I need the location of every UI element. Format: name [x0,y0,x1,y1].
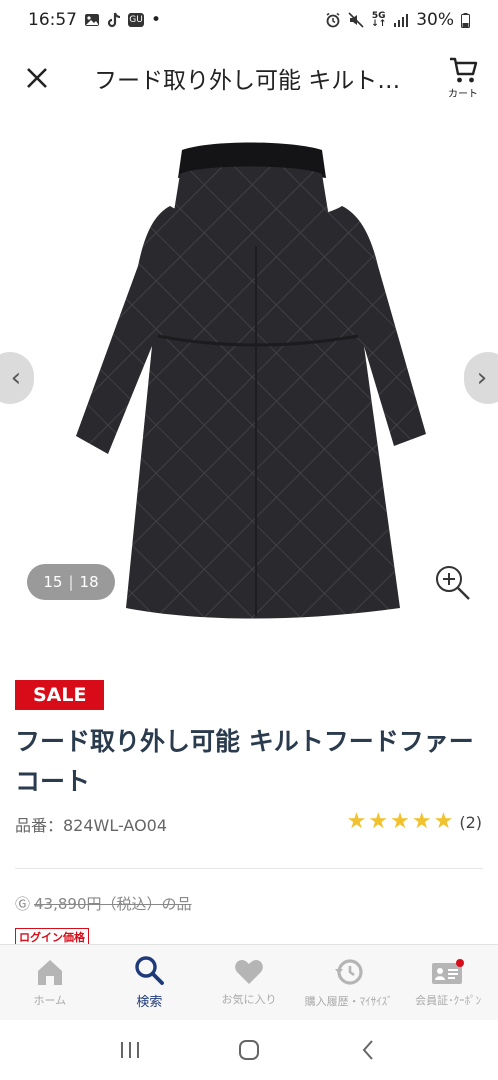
mute-icon [348,12,364,28]
close-icon [27,68,47,88]
gu-notification-icon: GU [128,13,144,27]
review-count: (2) [459,812,482,832]
nav-item-favorites[interactable]: お気に入り [199,945,299,1020]
chevron-right-icon: › [476,363,488,393]
status-right: 5G ↓↑ 30% [325,10,470,30]
member-card-icon [432,958,465,984]
image-current-index: 15 [43,573,63,591]
recent-apps-icon [120,1042,139,1058]
nav-label-favorites: お気に入り [221,992,277,1006]
back-chevron-icon [362,1040,374,1060]
page-title: フード取り外し可能 キルト… [94,68,401,94]
zoom-button[interactable] [434,564,472,602]
status-time: 16:57 [28,10,77,30]
nav-label-home: ホーム [33,993,67,1007]
image-page-counter: 15 | 18 [27,564,115,600]
network-arrows: ↓↑ [371,19,387,29]
price-row: Ⓖ 43,890円（税込）の品 [15,893,192,914]
product-code: 品番：824WL-AO04 [15,816,168,835]
battery-percent: 30% [416,10,454,30]
star-icon: ★ [346,809,367,834]
cart-icon [450,57,478,83]
prev-image-button[interactable]: ‹ [0,352,34,404]
sale-badge: SALE [15,680,105,710]
system-nav-bar [0,1020,498,1080]
home-icon [37,959,62,985]
bottom-nav: ホーム 検索 お気に入り 購入履歴・ﾏｲｻｲｽﾞ 会員証･ｸｰﾎﾟﾝ [0,944,498,1020]
divider [15,868,483,869]
review-rating[interactable]: ★ ★ ★ ★ ★ (2) [347,810,482,834]
star-icon: ★ [368,809,389,834]
star-icon: ★ [390,809,410,834]
gallery-notification-icon [84,12,100,28]
nav-label-history: 購入履歴・ﾏｲｻｲｽﾞ [304,994,393,1008]
star-icon: ★ [433,809,454,834]
nav-item-home[interactable]: ホーム [0,945,100,1020]
product-image-gallery[interactable]: ‹ › 15 | 18 [0,116,498,638]
cart-button[interactable]: カート [428,40,498,116]
battery-icon [461,12,470,28]
recent-apps-button[interactable] [110,1030,150,1070]
nav-item-member[interactable]: 会員証･ｸｰﾎﾟﾝ [398,945,498,1020]
tiktok-notification-icon [107,12,121,28]
close-button[interactable] [0,40,74,116]
alarm-icon [325,12,341,28]
signal-icon [393,13,409,27]
status-dot: • [151,10,162,30]
original-price: 43,890円（税込）の品 [34,895,192,913]
product-title: フード取り外し可能 キルトフードファーコート [15,727,474,796]
nav-label-search: 検索 [136,995,163,1010]
chevron-left-icon: ‹ [10,363,22,393]
price-mark-icon: Ⓖ [15,895,31,913]
product-image [76,142,426,619]
zoom-in-icon [436,566,470,600]
nav-item-history[interactable]: 購入履歴・ﾏｲｻｲｽﾞ [299,945,399,1020]
nav-label-member: 会員証･ｸｰﾎﾟﾝ [415,993,482,1007]
cart-label: カート [448,89,478,100]
nav-item-search[interactable]: 検索 [100,945,200,1020]
app-bar: フード取り外し可能 キルト… カート [0,40,498,116]
history-icon [334,958,363,985]
next-image-button[interactable]: › [464,352,498,404]
image-counter-separator: | [68,573,74,591]
image-total-count: 18 [79,573,99,591]
network-5g-icon: 5G ↓↑ [371,12,387,29]
back-button[interactable] [348,1030,388,1070]
heart-icon [235,959,263,984]
home-button[interactable] [229,1030,269,1070]
star-icon: ★ [411,809,432,834]
status-left: 16:57 GU • [28,10,161,30]
search-icon [135,956,165,985]
home-circle-icon [238,1040,259,1060]
status-bar: 16:57 GU • 5G ↓↑ 30% [0,0,498,40]
